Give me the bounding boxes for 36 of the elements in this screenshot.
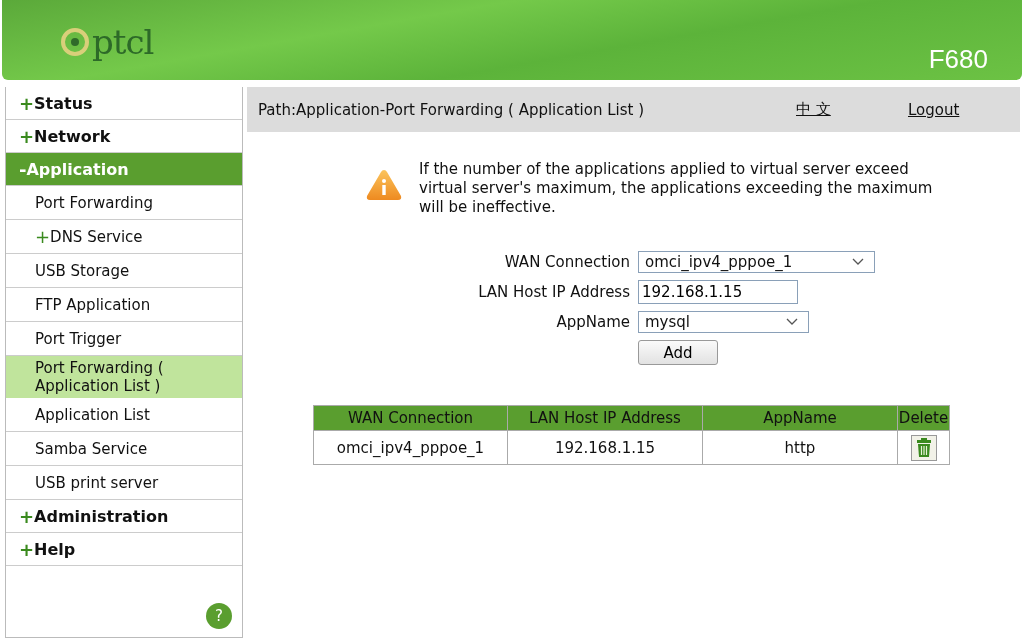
logo-text: ptcl xyxy=(92,22,154,62)
nav-subitem[interactable]: Port Forwarding ( Application List ) xyxy=(6,356,242,398)
logout-link[interactable]: Logout xyxy=(908,100,960,119)
nav-subitem[interactable]: Samba Service xyxy=(6,432,242,466)
column-header: WAN Connection xyxy=(313,405,508,431)
field-label: LAN Host IP Address xyxy=(477,283,630,301)
nav-subitem[interactable]: +DNS Service xyxy=(6,220,242,254)
table-cell: 192.168.1.15 xyxy=(507,430,703,465)
table-cell: http xyxy=(702,430,898,465)
field-label: AppName xyxy=(555,313,630,331)
nav-subitem[interactable]: USB Storage xyxy=(6,254,242,288)
dropdown-field[interactable]: omci_ipv4_pppoe_1 xyxy=(638,251,875,273)
notice-text: If the number of the applications applied to virtual server exceed virtual server's maximum, the applications exceeding the maximum will be ineffective. xyxy=(419,160,934,217)
nav-item[interactable]: +Administration xyxy=(6,500,242,533)
chevron-down-icon xyxy=(786,318,798,326)
language-link[interactable]: 中 文 xyxy=(796,100,908,119)
column-header: AppName xyxy=(702,405,898,431)
nav-subitem[interactable]: FTP Application xyxy=(6,288,242,322)
breadcrumb-path: Path:Application-Port Forwarding ( Application List ) xyxy=(258,100,646,119)
add-button[interactable]: Add xyxy=(638,340,718,365)
dropdown-field[interactable]: mysql xyxy=(638,311,809,333)
nav-subitem[interactable]: Port Forwarding xyxy=(6,186,242,220)
nav-subitem[interactable]: USB print server xyxy=(6,466,242,500)
warning-icon xyxy=(365,168,403,202)
column-header: LAN Host IP Address xyxy=(507,405,703,431)
trash-icon[interactable] xyxy=(910,434,937,461)
logo-icon xyxy=(60,27,90,57)
table-cell: omci_ipv4_pppoe_1 xyxy=(313,430,508,465)
nav-item[interactable]: +Help xyxy=(6,533,242,566)
nav-subitem[interactable]: Application List xyxy=(6,398,242,432)
input-field[interactable]: 192.168.1.15 xyxy=(638,280,798,304)
column-header: Delete xyxy=(897,405,950,431)
model-name: F680 xyxy=(928,44,988,75)
nav-item[interactable]: +Status xyxy=(6,87,242,120)
field-label: WAN Connection xyxy=(503,253,630,271)
chevron-down-icon xyxy=(852,258,864,266)
